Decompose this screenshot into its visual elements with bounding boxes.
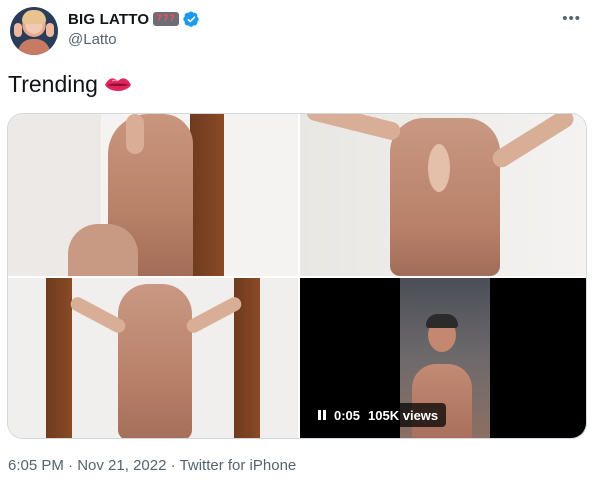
video-badge: 0:05 105K views — [310, 403, 447, 427]
tweet-time[interactable]: 6:05 PM — [8, 457, 64, 474]
photo-1[interactable] — [8, 114, 298, 276]
video-time: 0:05 — [334, 407, 361, 423]
author-name-row[interactable]: BIG LATTO 777 — [68, 9, 200, 29]
verified-badge-icon — [183, 10, 199, 27]
slot-machine-emoji-icon: 777 — [153, 12, 180, 26]
figure-arm-left — [304, 114, 403, 142]
avatar-body — [18, 39, 50, 55]
figure-leg — [68, 224, 138, 276]
tweet-text: Trending — [8, 71, 132, 98]
tweet-source[interactable]: Twitter for iPhone — [180, 457, 297, 474]
figure-arm — [126, 114, 144, 154]
tweet-metadata: 6:05 PM · Nov 21, 2022 · Twitter for iPh… — [8, 457, 296, 474]
dress-cutout — [428, 144, 450, 192]
video-player[interactable]: 0:05 105K views — [300, 278, 586, 438]
photo-2[interactable] — [300, 114, 586, 276]
avatar[interactable] — [10, 7, 58, 55]
display-name[interactable]: BIG LATTO — [68, 11, 149, 28]
figure-body — [412, 364, 472, 438]
meta-separator: · — [68, 457, 74, 474]
avatar-hair — [22, 10, 46, 24]
photo-3[interactable] — [8, 278, 298, 438]
video-views: 105K views — [368, 407, 439, 423]
tweet-date[interactable]: Nov 21, 2022 — [77, 457, 166, 474]
avatar-hand-right — [46, 23, 54, 37]
figure-arm-right — [489, 114, 577, 171]
avatar-hand-left — [14, 23, 22, 37]
figure-torso — [390, 118, 500, 276]
figure-body — [118, 284, 192, 438]
media-grid: 0:05 105K views — [7, 113, 587, 439]
door-frame-left — [46, 278, 72, 438]
figure-hair — [426, 314, 458, 328]
door-frame — [190, 114, 224, 276]
pause-icon[interactable] — [318, 410, 326, 420]
more-options-icon[interactable]: ••• — [562, 10, 581, 27]
meta-separator: · — [170, 457, 176, 474]
tweet-text-content: Trending — [8, 71, 98, 97]
lips-emoji-icon — [104, 77, 131, 91]
author-handle[interactable]: @Latto — [68, 31, 117, 48]
